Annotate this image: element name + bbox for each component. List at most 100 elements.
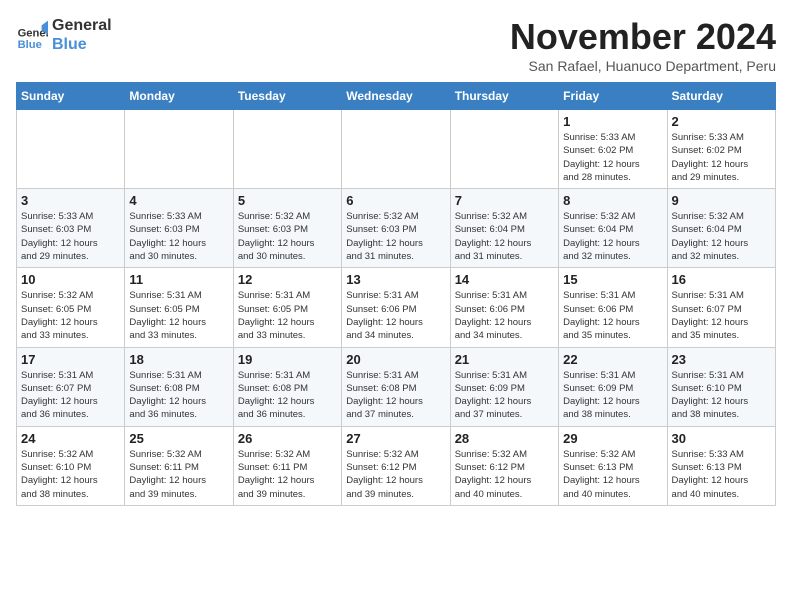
- calendar-cell: 20 Sunrise: 5:31 AM Sunset: 6:08 PM Dayli…: [342, 347, 450, 426]
- calendar-week-row: 24 Sunrise: 5:32 AM Sunset: 6:10 PM Dayli…: [17, 426, 776, 505]
- day-info: Sunrise: 5:33 AM Sunset: 6:02 PM Dayligh…: [563, 131, 662, 184]
- calendar-cell: 15 Sunrise: 5:31 AM Sunset: 6:06 PM Dayli…: [559, 268, 667, 347]
- day-number: 30: [672, 431, 771, 446]
- day-info: Sunrise: 5:31 AM Sunset: 6:06 PM Dayligh…: [563, 289, 662, 342]
- day-info: Sunrise: 5:31 AM Sunset: 6:09 PM Dayligh…: [563, 369, 662, 422]
- day-info: Sunrise: 5:32 AM Sunset: 6:05 PM Dayligh…: [21, 289, 120, 342]
- calendar-week-row: 1 Sunrise: 5:33 AM Sunset: 6:02 PM Daylig…: [17, 110, 776, 189]
- calendar-cell: 19 Sunrise: 5:31 AM Sunset: 6:08 PM Dayli…: [233, 347, 341, 426]
- day-info: Sunrise: 5:32 AM Sunset: 6:04 PM Dayligh…: [672, 210, 771, 263]
- calendar-header-row: SundayMondayTuesdayWednesdayThursdayFrid…: [17, 83, 776, 110]
- day-number: 19: [238, 352, 337, 367]
- day-info: Sunrise: 5:31 AM Sunset: 6:08 PM Dayligh…: [129, 369, 228, 422]
- day-info: Sunrise: 5:32 AM Sunset: 6:03 PM Dayligh…: [238, 210, 337, 263]
- calendar-cell: 5 Sunrise: 5:32 AM Sunset: 6:03 PM Daylig…: [233, 189, 341, 268]
- day-number: 12: [238, 272, 337, 287]
- calendar-week-row: 17Sunrise: 5:31 AM Sunset: 6:07 PM Dayli…: [17, 347, 776, 426]
- svg-text:Blue: Blue: [18, 39, 42, 51]
- weekday-header: Thursday: [450, 83, 558, 110]
- day-number: 17: [21, 352, 120, 367]
- day-info: Sunrise: 5:32 AM Sunset: 6:03 PM Dayligh…: [346, 210, 445, 263]
- day-number: 8: [563, 193, 662, 208]
- calendar-cell: 21Sunrise: 5:31 AM Sunset: 6:09 PM Dayli…: [450, 347, 558, 426]
- day-number: 5: [238, 193, 337, 208]
- calendar-cell: 6 Sunrise: 5:32 AM Sunset: 6:03 PM Daylig…: [342, 189, 450, 268]
- day-info: Sunrise: 5:31 AM Sunset: 6:05 PM Dayligh…: [238, 289, 337, 342]
- logo-line1: General: [52, 16, 112, 35]
- day-number: 4: [129, 193, 228, 208]
- day-info: Sunrise: 5:33 AM Sunset: 6:03 PM Dayligh…: [129, 210, 228, 263]
- day-info: Sunrise: 5:32 AM Sunset: 6:11 PM Dayligh…: [129, 448, 228, 501]
- calendar-cell: 17Sunrise: 5:31 AM Sunset: 6:07 PM Dayli…: [17, 347, 125, 426]
- day-number: 23: [672, 352, 771, 367]
- day-number: 16: [672, 272, 771, 287]
- calendar-table: SundayMondayTuesdayWednesdayThursdayFrid…: [16, 82, 776, 506]
- day-info: Sunrise: 5:32 AM Sunset: 6:12 PM Dayligh…: [455, 448, 554, 501]
- calendar-cell: 28 Sunrise: 5:32 AM Sunset: 6:12 PM Dayli…: [450, 426, 558, 505]
- page-header: General Blue General Blue November 2024 …: [16, 16, 776, 74]
- weekday-header: Friday: [559, 83, 667, 110]
- day-number: 22: [563, 352, 662, 367]
- day-number: 24: [21, 431, 120, 446]
- weekday-header: Tuesday: [233, 83, 341, 110]
- calendar-cell: 25 Sunrise: 5:32 AM Sunset: 6:11 PM Dayli…: [125, 426, 233, 505]
- weekday-header: Sunday: [17, 83, 125, 110]
- calendar-cell: [125, 110, 233, 189]
- calendar-cell: [450, 110, 558, 189]
- day-number: 18: [129, 352, 228, 367]
- day-number: 29: [563, 431, 662, 446]
- day-info: Sunrise: 5:33 AM Sunset: 6:03 PM Dayligh…: [21, 210, 120, 263]
- day-number: 26: [238, 431, 337, 446]
- day-number: 1: [563, 114, 662, 129]
- day-number: 25: [129, 431, 228, 446]
- calendar-cell: 2 Sunrise: 5:33 AM Sunset: 6:02 PM Daylig…: [667, 110, 775, 189]
- calendar-cell: [17, 110, 125, 189]
- day-number: 21: [455, 352, 554, 367]
- calendar-cell: 26 Sunrise: 5:32 AM Sunset: 6:11 PM Dayli…: [233, 426, 341, 505]
- day-info: Sunrise: 5:31 AM Sunset: 6:10 PM Dayligh…: [672, 369, 771, 422]
- weekday-header: Saturday: [667, 83, 775, 110]
- day-number: 11: [129, 272, 228, 287]
- day-info: Sunrise: 5:32 AM Sunset: 6:10 PM Dayligh…: [21, 448, 120, 501]
- title-block: November 2024 San Rafael, Huanuco Depart…: [510, 16, 776, 74]
- calendar-cell: 9 Sunrise: 5:32 AM Sunset: 6:04 PM Daylig…: [667, 189, 775, 268]
- day-info: Sunrise: 5:31 AM Sunset: 6:05 PM Dayligh…: [129, 289, 228, 342]
- day-number: 28: [455, 431, 554, 446]
- calendar-cell: 12 Sunrise: 5:31 AM Sunset: 6:05 PM Dayli…: [233, 268, 341, 347]
- day-info: Sunrise: 5:33 AM Sunset: 6:13 PM Dayligh…: [672, 448, 771, 501]
- calendar-cell: 23 Sunrise: 5:31 AM Sunset: 6:10 PM Dayli…: [667, 347, 775, 426]
- day-info: Sunrise: 5:31 AM Sunset: 6:08 PM Dayligh…: [346, 369, 445, 422]
- calendar-cell: 18 Sunrise: 5:31 AM Sunset: 6:08 PM Dayli…: [125, 347, 233, 426]
- day-number: 9: [672, 193, 771, 208]
- day-info: Sunrise: 5:31 AM Sunset: 6:08 PM Dayligh…: [238, 369, 337, 422]
- day-info: Sunrise: 5:33 AM Sunset: 6:02 PM Dayligh…: [672, 131, 771, 184]
- calendar-cell: 29Sunrise: 5:32 AM Sunset: 6:13 PM Dayli…: [559, 426, 667, 505]
- calendar-cell: 1 Sunrise: 5:33 AM Sunset: 6:02 PM Daylig…: [559, 110, 667, 189]
- day-info: Sunrise: 5:32 AM Sunset: 6:04 PM Dayligh…: [563, 210, 662, 263]
- calendar-cell: 22 Sunrise: 5:31 AM Sunset: 6:09 PM Dayli…: [559, 347, 667, 426]
- day-info: Sunrise: 5:31 AM Sunset: 6:06 PM Dayligh…: [455, 289, 554, 342]
- calendar-cell: 7 Sunrise: 5:32 AM Sunset: 6:04 PM Daylig…: [450, 189, 558, 268]
- day-number: 3: [21, 193, 120, 208]
- weekday-header: Wednesday: [342, 83, 450, 110]
- calendar-cell: 16Sunrise: 5:31 AM Sunset: 6:07 PM Dayli…: [667, 268, 775, 347]
- day-info: Sunrise: 5:32 AM Sunset: 6:04 PM Dayligh…: [455, 210, 554, 263]
- calendar-cell: 24 Sunrise: 5:32 AM Sunset: 6:10 PM Dayli…: [17, 426, 125, 505]
- day-number: 27: [346, 431, 445, 446]
- month-title: November 2024: [510, 16, 776, 58]
- calendar-cell: 8 Sunrise: 5:32 AM Sunset: 6:04 PM Daylig…: [559, 189, 667, 268]
- day-number: 15: [563, 272, 662, 287]
- calendar-week-row: 3 Sunrise: 5:33 AM Sunset: 6:03 PM Daylig…: [17, 189, 776, 268]
- calendar-cell: 13Sunrise: 5:31 AM Sunset: 6:06 PM Dayli…: [342, 268, 450, 347]
- day-number: 6: [346, 193, 445, 208]
- day-number: 20: [346, 352, 445, 367]
- day-number: 7: [455, 193, 554, 208]
- day-number: 2: [672, 114, 771, 129]
- logo: General Blue General Blue: [16, 16, 112, 54]
- calendar-cell: [233, 110, 341, 189]
- calendar-cell: [342, 110, 450, 189]
- day-info: Sunrise: 5:32 AM Sunset: 6:12 PM Dayligh…: [346, 448, 445, 501]
- logo-line2: Blue: [52, 35, 112, 54]
- day-info: Sunrise: 5:32 AM Sunset: 6:11 PM Dayligh…: [238, 448, 337, 501]
- day-number: 14: [455, 272, 554, 287]
